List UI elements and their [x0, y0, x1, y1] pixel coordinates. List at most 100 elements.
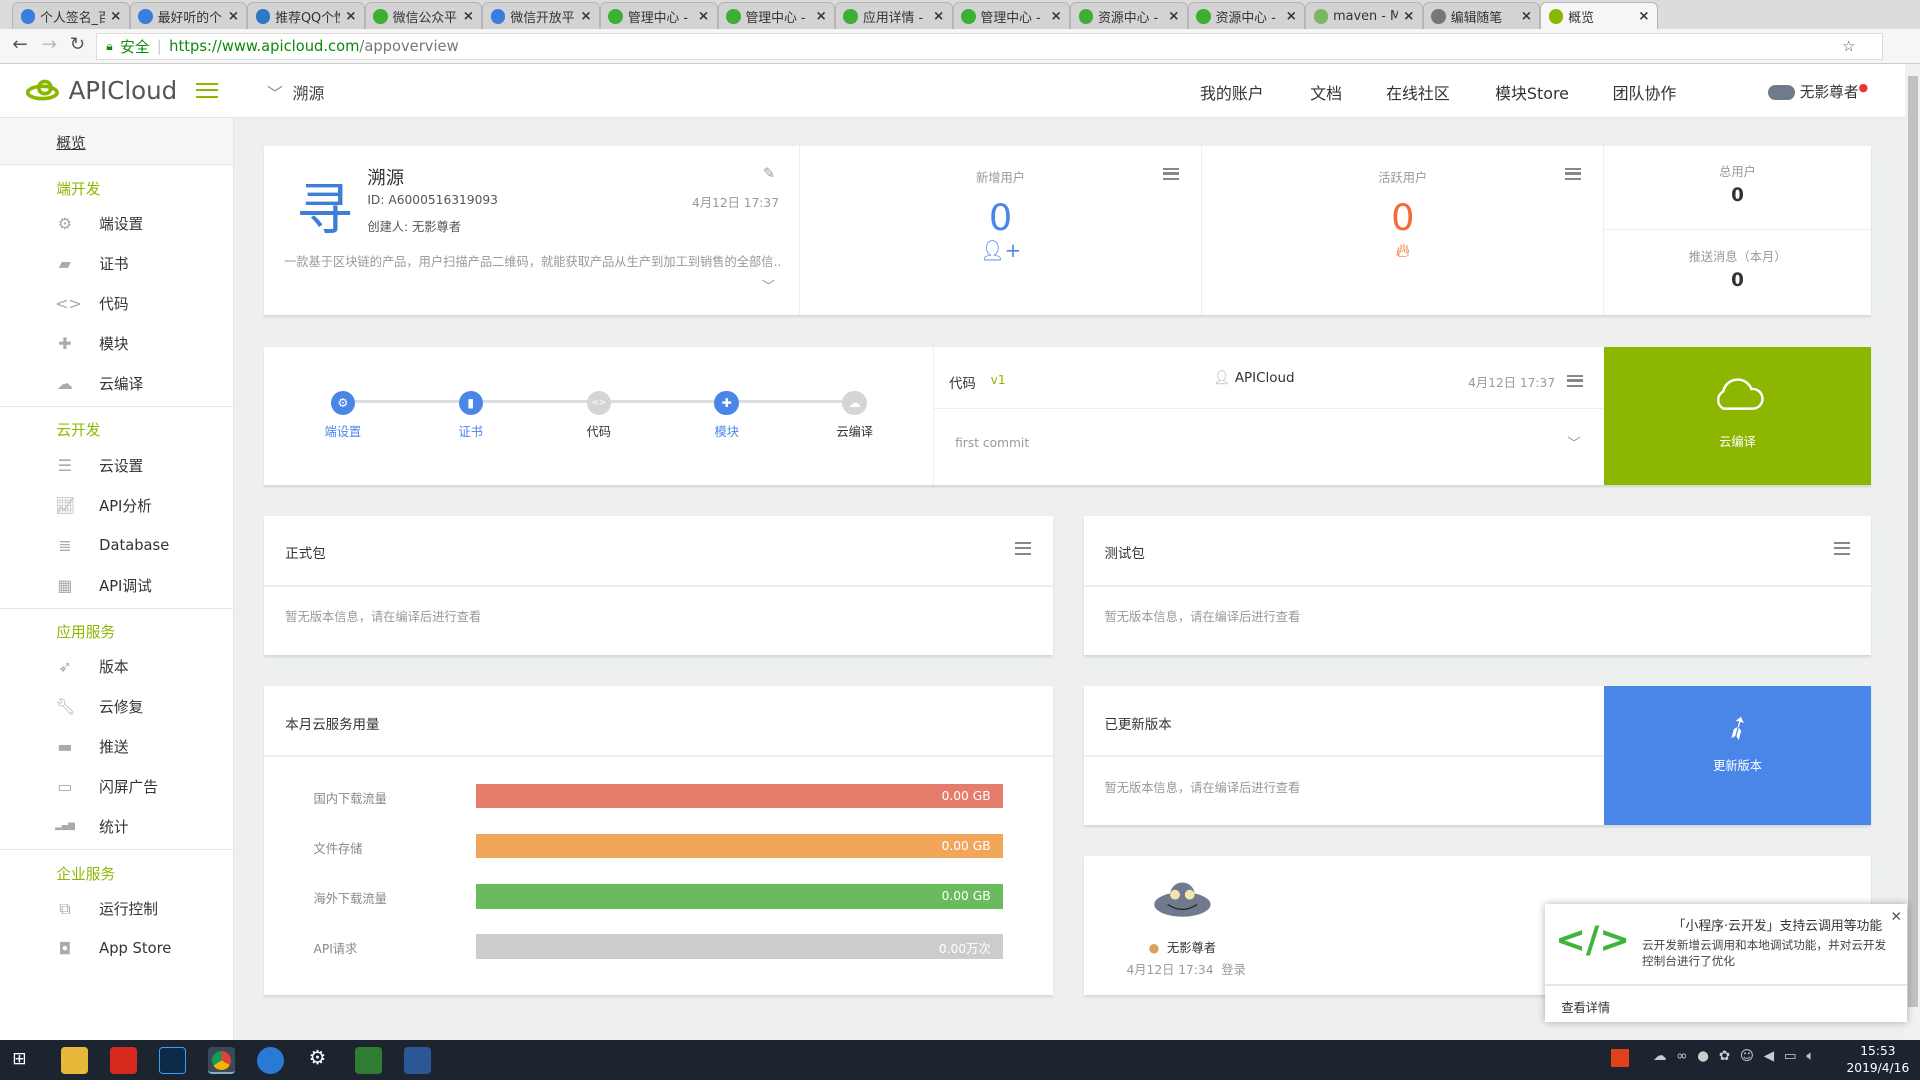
breadcrumb[interactable]: ﹀ 溯源 — [267, 81, 325, 104]
user-menu[interactable]: 无影尊者● — [1768, 81, 1868, 102]
update-version-button[interactable]: ➶ 更新版本 — [1604, 685, 1872, 826]
sidebar-item[interactable]: ▦ API调试 — [0, 565, 233, 605]
sidebar-item[interactable]: ≣ Database — [0, 525, 233, 565]
close-tab-icon[interactable]: × — [1286, 9, 1297, 24]
close-tab-icon[interactable]: × — [1168, 9, 1179, 24]
browser-tab[interactable]: 应用详情 - × — [835, 2, 953, 30]
page-scrollbar[interactable] — [1905, 63, 1920, 1040]
windows-start-icon[interactable]: ⊞ — [12, 1049, 26, 1069]
sidebar-item[interactable]: ▂▄▆ 统计 — [0, 807, 233, 847]
step-icon: ⚙ — [330, 390, 356, 416]
browser-tab[interactable]: 管理中心 - × — [599, 2, 718, 30]
cloud-compile-button[interactable]: 云编译 — [1604, 346, 1871, 485]
hamburger-menu-icon[interactable] — [195, 83, 218, 98]
code-date: 4月12日 17:37 — [1468, 376, 1556, 391]
browser-tab[interactable]: 编辑随笔 × — [1422, 2, 1541, 30]
sidebar-item[interactable]: ⚙ 端设置 — [0, 203, 233, 243]
sidebar-item[interactable]: ☁ 云编译 — [0, 364, 233, 404]
sidebar-item-label: 代码 — [99, 296, 129, 313]
chrome-icon[interactable] — [208, 1046, 236, 1074]
word-icon[interactable] — [404, 1046, 432, 1074]
sidebar-item[interactable]: ◘ App Store — [0, 929, 233, 969]
expand-chevron-icon[interactable]: ﹀ — [1567, 432, 1580, 452]
close-tab-icon[interactable]: × — [1403, 9, 1414, 24]
forward-icon[interactable]: → — [42, 34, 57, 55]
test-package-title: 测试包 — [1104, 547, 1145, 563]
reload-icon[interactable]: ↻ — [70, 34, 85, 55]
sidebar-item[interactable]: ☰ 云设置 — [0, 445, 233, 485]
nav-module-store[interactable]: 模块Store — [1495, 81, 1569, 104]
wechat-icon — [608, 9, 623, 24]
close-tab-icon[interactable]: × — [1521, 9, 1532, 24]
star-icon[interactable]: ☆ — [1842, 38, 1855, 55]
menu-lines-icon[interactable] — [1163, 167, 1180, 180]
browser-tab[interactable]: maven - M × — [1305, 2, 1423, 30]
browser-tab[interactable]: 管理中心 - × — [717, 2, 836, 30]
nav-docs[interactable]: 文档 — [1310, 81, 1342, 104]
sidebar-item-overview[interactable]: 概览 — [0, 117, 233, 166]
close-tab-icon[interactable]: × — [345, 9, 356, 24]
sidebar-item[interactable]: ▰ 证书 — [0, 243, 233, 283]
wechat-devtools-icon[interactable] — [355, 1046, 383, 1074]
close-tab-icon[interactable]: × — [933, 9, 944, 24]
notification-details-link[interactable]: 查看详情 — [1561, 998, 1610, 1016]
sidebar-item[interactable]: ➶ 版本 — [0, 647, 233, 687]
menu-lines-icon[interactable] — [1834, 542, 1851, 555]
browser-tab[interactable]: 资源中心 - × — [1070, 2, 1188, 30]
menu-lines-icon[interactable] — [1564, 167, 1581, 180]
usage-bar: 0.00万次 — [476, 934, 1003, 959]
sogou-input-icon[interactable] — [1611, 1049, 1629, 1067]
tray-icons[interactable]: ☁∞●✿☺◀▭🔈︎ — [1653, 1049, 1824, 1064]
close-tab-icon[interactable]: × — [228, 9, 239, 24]
settings-gear-icon[interactable]: ⚙ — [309, 1046, 327, 1069]
sidebar-item[interactable]: <> 代码 — [0, 283, 233, 323]
close-tab-icon[interactable]: × — [698, 9, 709, 24]
back-icon[interactable]: ← — [12, 34, 27, 55]
sidebar-item[interactable]: ▭ 闪屏广告 — [0, 767, 233, 807]
file-explorer-icon[interactable] — [61, 1046, 89, 1074]
browser-tab[interactable]: 最好听的个 × — [129, 2, 248, 30]
close-icon[interactable]: ✕ — [1891, 910, 1902, 925]
expand-chevron-icon[interactable]: ﹀ — [762, 275, 775, 295]
brand-logo[interactable]: APICloud — [24, 76, 177, 105]
close-tab-icon[interactable]: × — [580, 9, 591, 24]
sidebar-item[interactable]: 🔧︎ 云修复 — [0, 687, 233, 727]
browser-tab[interactable]: 概览 × — [1540, 2, 1658, 30]
browser-tab[interactable]: 微信开放平 × — [482, 2, 600, 30]
release-package-title: 正式包 — [285, 547, 326, 563]
close-tab-icon[interactable]: × — [1638, 9, 1649, 24]
youdao-icon[interactable] — [110, 1046, 138, 1074]
sidebar-item[interactable]: ⧉ 运行控制 — [0, 889, 233, 929]
menu-lines-icon[interactable] — [1015, 542, 1031, 555]
cloud-compile-label: 云编译 — [1719, 435, 1756, 450]
sidebar-item-label: 闪屏广告 — [99, 779, 158, 797]
browser-tab[interactable]: 管理中心 - × — [952, 2, 1071, 30]
edit-icon[interactable]: ✎ — [763, 165, 775, 182]
sidebar-item[interactable]: ✚ 模块 — [0, 324, 233, 364]
close-tab-icon[interactable]: × — [110, 9, 121, 24]
baidu-icon — [490, 9, 506, 24]
setup-step[interactable]: ✚ 模块 — [690, 390, 763, 441]
setup-step[interactable]: ⚙ 端设置 — [306, 390, 379, 441]
close-tab-icon[interactable]: × — [1051, 9, 1062, 24]
setup-step[interactable]: ☁ 云编译 — [818, 390, 891, 441]
browser-tab[interactable]: 微信公众平 × — [364, 2, 483, 30]
nav-my-account[interactable]: 我的账户 — [1200, 81, 1264, 104]
photoshop-icon[interactable] — [159, 1046, 187, 1074]
browser-tab[interactable]: 资源中心 - × — [1187, 2, 1306, 30]
clock[interactable]: 15:53 2019/4/16 — [1847, 1043, 1910, 1077]
nav-community[interactable]: 在线社区 — [1386, 81, 1450, 104]
browser-tab[interactable]: 个人签名_百 × — [12, 2, 130, 30]
menu-lines-icon[interactable] — [1567, 374, 1584, 387]
sidebar-item[interactable]: 📈︎ API分析 — [0, 485, 233, 525]
browser-tab[interactable]: 推荐QQ个性 × — [247, 2, 365, 30]
sogou-icon[interactable] — [257, 1046, 285, 1074]
close-tab-icon[interactable]: × — [463, 9, 474, 24]
step-label: 代码 — [586, 425, 611, 440]
nav-team[interactable]: 团队协作 — [1613, 81, 1677, 104]
url-input[interactable]: 🔒︎ 安全 | https://www.apicloud.com/appover… — [95, 33, 1884, 60]
sidebar-item[interactable]: ▬ 推送 — [0, 727, 233, 767]
setup-step[interactable]: <> 代码 — [562, 390, 635, 441]
close-tab-icon[interactable]: × — [815, 9, 826, 24]
setup-step[interactable]: ▮ 证书 — [434, 390, 507, 441]
